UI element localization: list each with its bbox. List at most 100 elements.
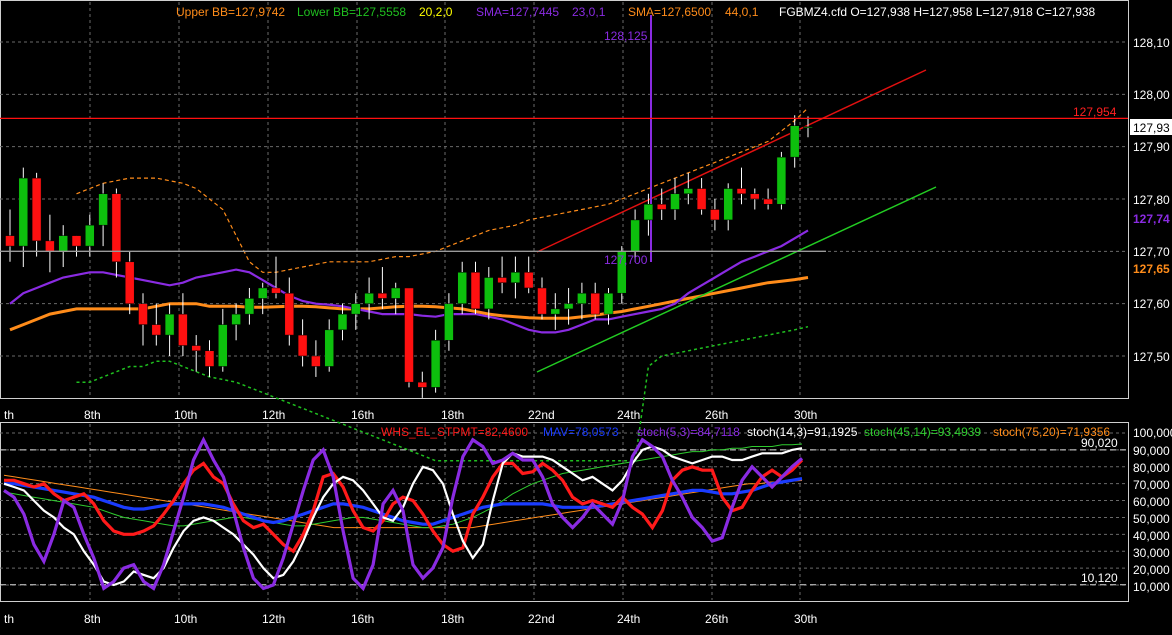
candle-body <box>311 355 321 367</box>
osc-axis-label: 90,000 <box>1133 444 1170 458</box>
candle-body <box>45 240 55 252</box>
candle-body <box>297 334 308 357</box>
candle-body <box>789 125 800 158</box>
legend-sma23-params: 23,0,1 <box>572 5 606 19</box>
candle-body <box>417 381 428 388</box>
candle-body <box>643 203 654 221</box>
candle-body <box>5 235 15 247</box>
legend-bb-params: 20,2,0 <box>419 5 453 19</box>
candle-body <box>404 287 414 383</box>
red-line-label: 127,954 <box>1073 105 1117 119</box>
legend-mav: MAV=78,0573 <box>543 425 619 439</box>
date-label: 30th <box>794 612 817 626</box>
osc-axis-label: 100,000 <box>1133 426 1172 440</box>
candle-body <box>351 303 361 315</box>
candle-body <box>377 292 388 299</box>
candle-body <box>71 235 82 247</box>
price-axis-label: 128,00 <box>1133 88 1170 102</box>
date-label: 30th <box>794 408 817 422</box>
candle-body <box>776 156 787 205</box>
date-label: 18th <box>441 408 464 422</box>
osc-axis-label: 60,000 <box>1133 495 1170 509</box>
price-axis-label: 128,10 <box>1133 36 1170 50</box>
legend-whs: WHS_EL_STPMT=82,4600 <box>381 425 528 439</box>
candle-body <box>563 303 574 310</box>
price-axis-label: 127,50 <box>1133 350 1170 364</box>
candle-body <box>750 193 760 200</box>
date-label: 24th <box>617 612 640 626</box>
sma23-price-tag: 127,74 <box>1133 212 1170 226</box>
sma44-price-tag: 127,65 <box>1133 262 1170 276</box>
date-label: 26th <box>705 612 728 626</box>
osc-axis-label: 50,000 <box>1133 512 1170 526</box>
candle-body <box>550 308 561 315</box>
legend-upper-bb: Upper BB=127,9742 <box>176 5 285 19</box>
price-axis-label: 127,70 <box>1133 245 1170 259</box>
date-label: 26th <box>705 408 728 422</box>
candle-body <box>390 287 401 299</box>
candle-body <box>364 292 374 304</box>
candle-body <box>696 188 707 210</box>
candle-body <box>284 292 295 336</box>
date-label: 16th <box>351 612 374 626</box>
legend-stoch4514: stoch(45,14)=93,4939 <box>864 425 981 439</box>
legend-lower-bb: Lower BB=127,5558 <box>297 5 406 19</box>
candle-body <box>244 298 255 315</box>
price-axis-label: 127,60 <box>1133 297 1170 311</box>
date-label: th <box>4 408 14 422</box>
candle-body <box>151 324 162 336</box>
date-label: 8th <box>84 612 101 626</box>
date-label: 10th <box>174 408 197 422</box>
candle-body <box>337 313 348 331</box>
date-label: 16th <box>351 408 374 422</box>
candle-body <box>58 235 68 252</box>
date-label: 18th <box>441 612 464 626</box>
candle-body <box>763 198 773 205</box>
candle-body <box>577 292 587 304</box>
candle-body <box>85 224 95 247</box>
osc-axis-label: 40,000 <box>1133 529 1170 543</box>
candle-body <box>257 287 268 299</box>
candle-body <box>231 313 241 325</box>
legend-stoch53: stoch(5,3)=84,7118 <box>637 425 740 439</box>
candle-body <box>484 277 494 310</box>
date-label: 8th <box>84 408 101 422</box>
date-label: 24th <box>617 408 640 422</box>
osc-axis-label: 10,000 <box>1133 580 1170 594</box>
price-axis-label: 127,80 <box>1133 193 1170 207</box>
legend-ohlc: FGBMZ4.cfd O=127,938 H=127,958 L=127,918… <box>779 5 1096 19</box>
date-label: 22nd <box>528 612 555 626</box>
marker-mid-label: 127,700 <box>604 253 648 267</box>
candle-body <box>723 188 733 221</box>
osc-level-high-label: 90,020 <box>1081 436 1118 450</box>
osc-axis-label: 30,000 <box>1133 546 1170 560</box>
candle-body <box>178 313 188 346</box>
candle-body <box>18 177 29 247</box>
candle-body <box>537 287 547 315</box>
legend-stoch143: stoch(14,3)=91,1925 <box>747 425 858 439</box>
candle-body <box>98 193 108 226</box>
candle-body <box>444 303 454 341</box>
trading-chart: Upper BB=127,9742 Lower BB=127,5558 20,2… <box>0 0 1172 630</box>
chart-svg: Upper BB=127,9742 Lower BB=127,5558 20,2… <box>0 0 1172 630</box>
candle-body <box>803 126 813 129</box>
candle-body <box>670 193 680 210</box>
candle-body <box>497 277 507 283</box>
marker-top-label: 128,125 <box>604 29 648 43</box>
osc-axis-label: 20,000 <box>1133 563 1170 577</box>
price-axis-label: 127,90 <box>1133 140 1170 154</box>
legend-sma23: SMA=127,7445 <box>476 5 559 19</box>
candle-body <box>510 272 521 283</box>
candle-body <box>138 303 148 325</box>
candle-body <box>204 350 215 367</box>
candle-body <box>470 272 481 310</box>
candle-body <box>430 340 441 388</box>
candle-body <box>31 177 42 242</box>
date-label: 12th <box>262 612 285 626</box>
legend-sma44: SMA=127,6500 <box>628 5 711 19</box>
candle-body <box>630 219 640 252</box>
osc-axis-label: 80,000 <box>1133 461 1170 475</box>
candle-body <box>124 261 135 304</box>
candle-body <box>603 292 614 315</box>
candle-body <box>164 313 175 336</box>
